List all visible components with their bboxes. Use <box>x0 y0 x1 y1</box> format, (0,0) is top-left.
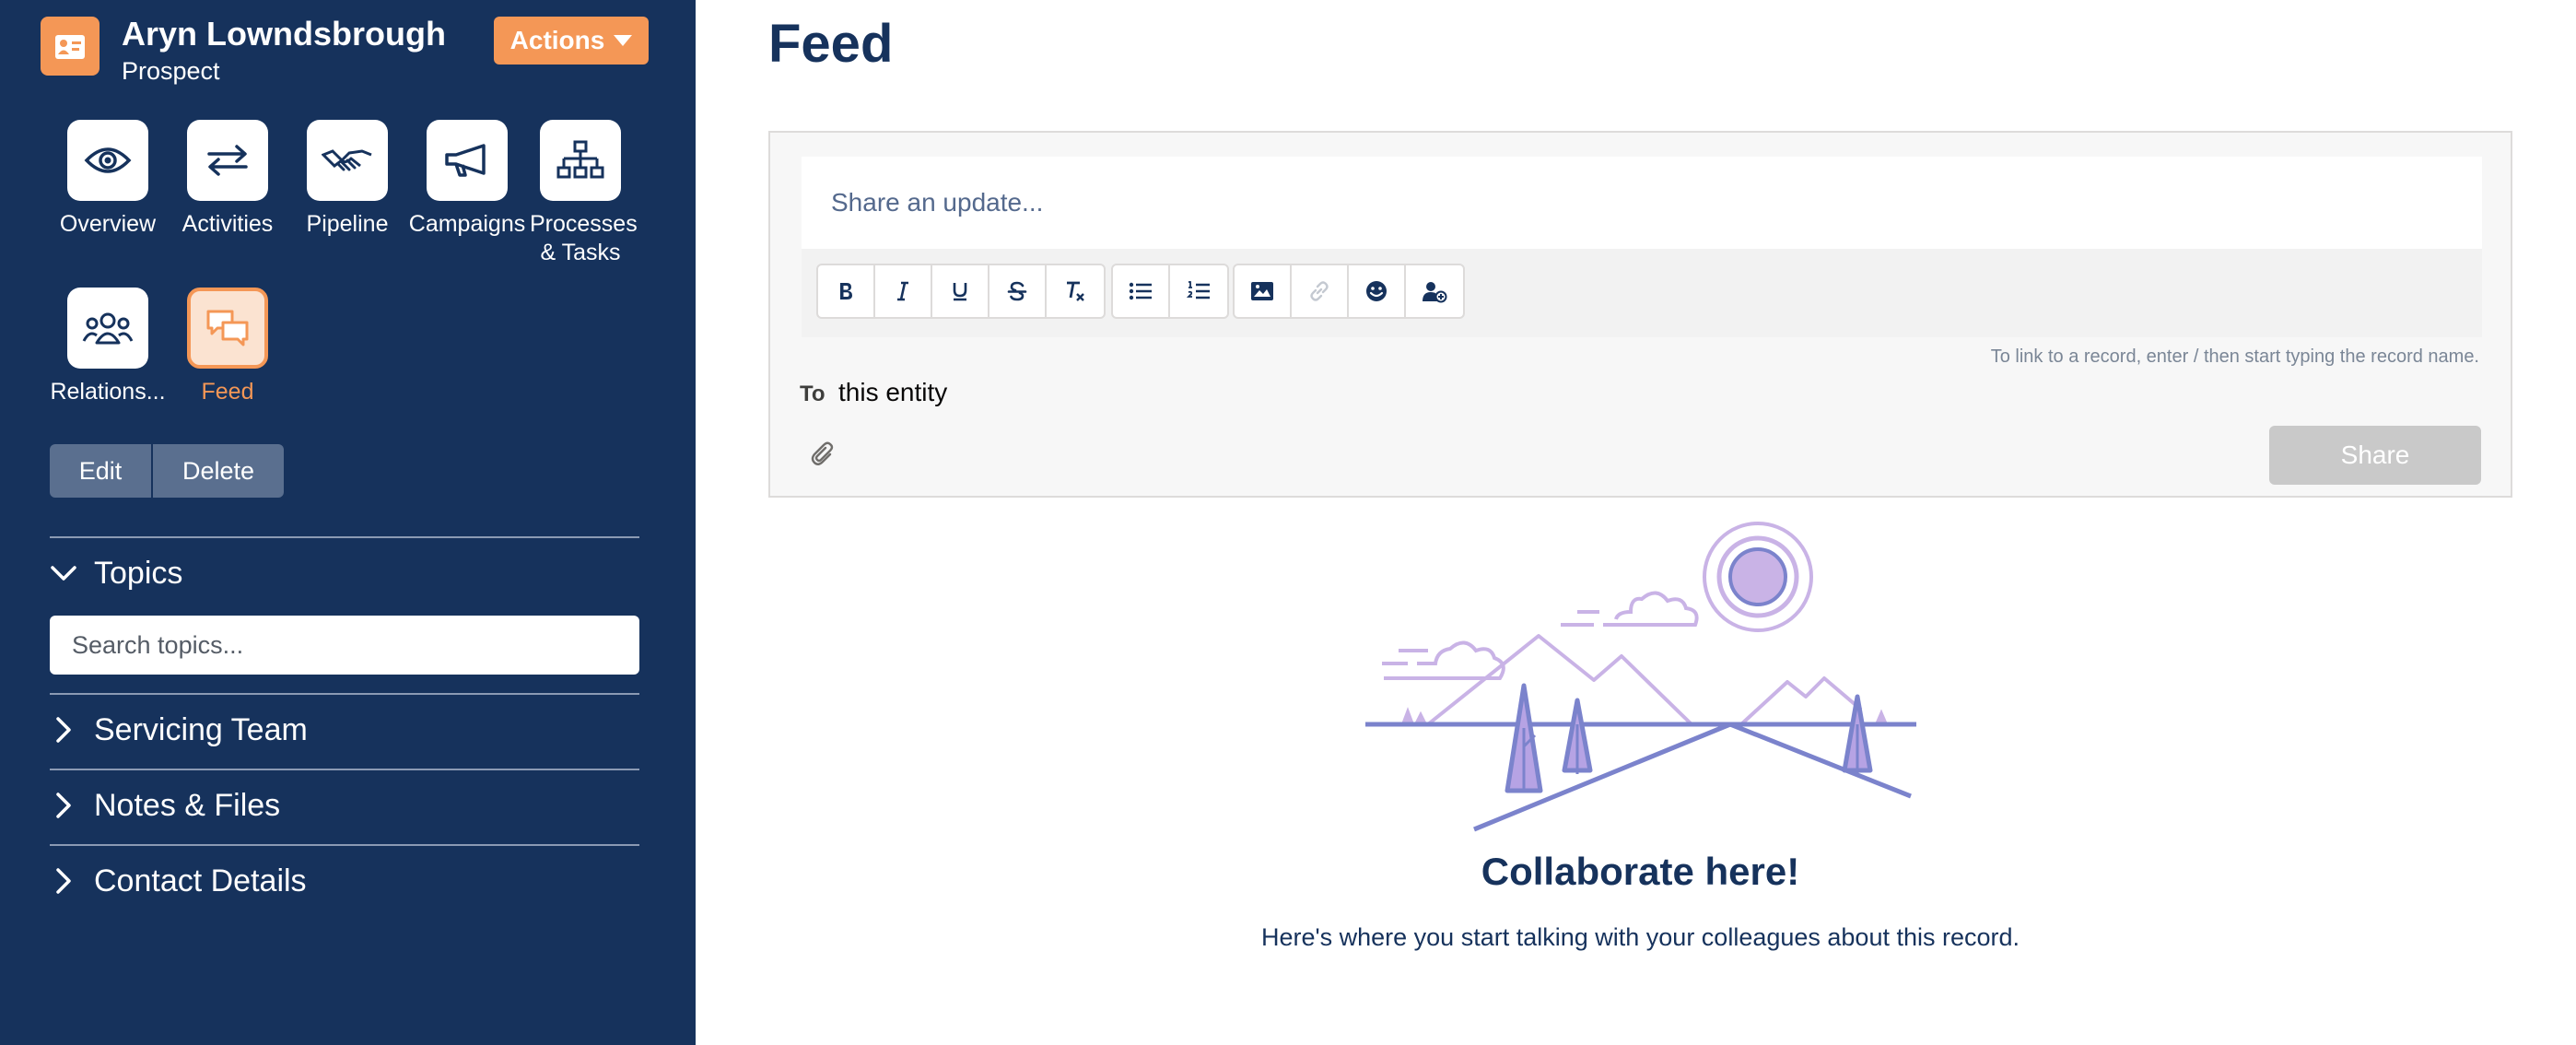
section-topics[interactable]: Topics <box>50 547 639 599</box>
handshake-icon <box>307 120 388 201</box>
chat-bubbles-icon <box>187 288 268 369</box>
section-divider <box>50 536 639 538</box>
record-button-group: Edit Delete <box>50 444 284 498</box>
strikethrough-button[interactable] <box>989 265 1047 317</box>
actions-button-label: Actions <box>509 26 605 54</box>
page-title: Feed <box>768 14 894 74</box>
paperclip-icon <box>811 441 834 465</box>
link-icon <box>1310 281 1329 301</box>
section-servicing-team-label: Servicing Team <box>94 711 308 747</box>
nav-tile-label: Overview <box>59 211 157 237</box>
nav-tile-label: Processes & Tasks <box>530 211 638 265</box>
mention-button[interactable] <box>1406 265 1463 317</box>
chevron-right-icon <box>56 868 71 894</box>
bullet-list-icon <box>1129 282 1152 300</box>
collaborate-illustration <box>1365 522 1916 832</box>
nav-tile-label: Campaigns <box>408 211 526 237</box>
section-notes-files-label: Notes & Files <box>94 787 281 823</box>
italic-button[interactable] <box>875 265 932 317</box>
format-button-group <box>816 264 1106 319</box>
share-button[interactable]: Share <box>2269 426 2481 485</box>
nav-tile-activities[interactable]: Activities <box>168 120 287 239</box>
numbered-list-button[interactable] <box>1170 265 1227 317</box>
topics-search-input[interactable] <box>50 616 639 675</box>
nav-tile-label: Feed <box>201 379 254 405</box>
megaphone-icon <box>427 120 508 201</box>
mention-user-icon <box>1423 282 1447 303</box>
section-notes-files[interactable]: Notes & Files <box>50 780 639 831</box>
insert-button-group <box>1233 264 1465 319</box>
nav-tile-feed[interactable]: Feed <box>168 288 287 406</box>
link-button[interactable] <box>1292 265 1349 317</box>
section-topics-label: Topics <box>94 555 183 591</box>
record-type: Prospect <box>122 57 220 85</box>
share-update-input[interactable] <box>802 157 2482 249</box>
section-servicing-team[interactable]: Servicing Team <box>50 704 639 756</box>
image-button[interactable] <box>1235 265 1292 317</box>
bold-button[interactable] <box>818 265 875 317</box>
emoji-icon <box>1366 281 1387 301</box>
chevron-right-icon <box>56 793 71 818</box>
nav-tile-processes-tasks[interactable]: Processes & Tasks <box>521 120 640 267</box>
list-button-group <box>1111 264 1229 319</box>
people-icon <box>67 288 148 369</box>
rich-text-toolbar <box>802 249 2482 337</box>
strikethrough-icon <box>1007 281 1027 301</box>
edit-button[interactable]: Edit <box>50 444 151 498</box>
chevron-right-icon <box>56 717 71 743</box>
emoji-button[interactable] <box>1349 265 1406 317</box>
section-contact-details[interactable]: Contact Details <box>50 855 639 907</box>
record-name: Aryn Lowndsbrough <box>122 15 446 53</box>
link-record-hint: To link to a record, enter / then start … <box>1990 346 2479 367</box>
record-sidebar: Aryn Lowndsbrough Prospect Actions Overv… <box>0 0 696 1045</box>
to-label: To <box>800 382 825 406</box>
caret-down-icon <box>614 35 633 46</box>
clear-format-button[interactable] <box>1047 265 1104 317</box>
bold-icon <box>840 283 852 299</box>
chevron-down-icon <box>51 566 76 581</box>
underline-button[interactable] <box>932 265 989 317</box>
delete-button[interactable]: Delete <box>151 444 284 498</box>
nav-tile-overview[interactable]: Overview <box>48 120 168 239</box>
empty-state-text: Here's where you start talking with your… <box>1260 923 2020 951</box>
to-recipient[interactable]: this entity <box>838 378 947 407</box>
numbered-list-icon <box>1187 281 1210 299</box>
empty-state-title: Collaborate here! <box>1481 850 1800 893</box>
eye-icon <box>67 120 148 201</box>
section-contact-details-label: Contact Details <box>94 863 307 898</box>
nav-tile-label: Activities <box>181 211 274 237</box>
section-divider <box>50 693 639 695</box>
clear-format-icon <box>1067 281 1084 301</box>
nav-tile-label: Pipeline <box>306 211 389 237</box>
section-divider <box>50 769 639 770</box>
nav-tile-campaigns[interactable]: Campaigns <box>407 120 527 239</box>
nav-tile-pipeline[interactable]: Pipeline <box>287 120 407 239</box>
underline-icon <box>953 283 967 301</box>
contact-card-icon <box>41 17 100 76</box>
swap-arrows-icon <box>187 120 268 201</box>
section-divider <box>50 844 639 846</box>
italic-icon <box>897 281 908 301</box>
hierarchy-icon <box>540 120 621 201</box>
feed-publisher: To link to a record, enter / then start … <box>768 131 2512 498</box>
attach-button[interactable] <box>803 435 840 472</box>
bullet-list-button[interactable] <box>1113 265 1170 317</box>
image-icon <box>1251 282 1273 300</box>
nav-tile-relationships[interactable]: Relations... <box>48 288 168 406</box>
actions-button[interactable]: Actions <box>494 17 649 65</box>
nav-tile-label: Relations... <box>50 379 166 405</box>
